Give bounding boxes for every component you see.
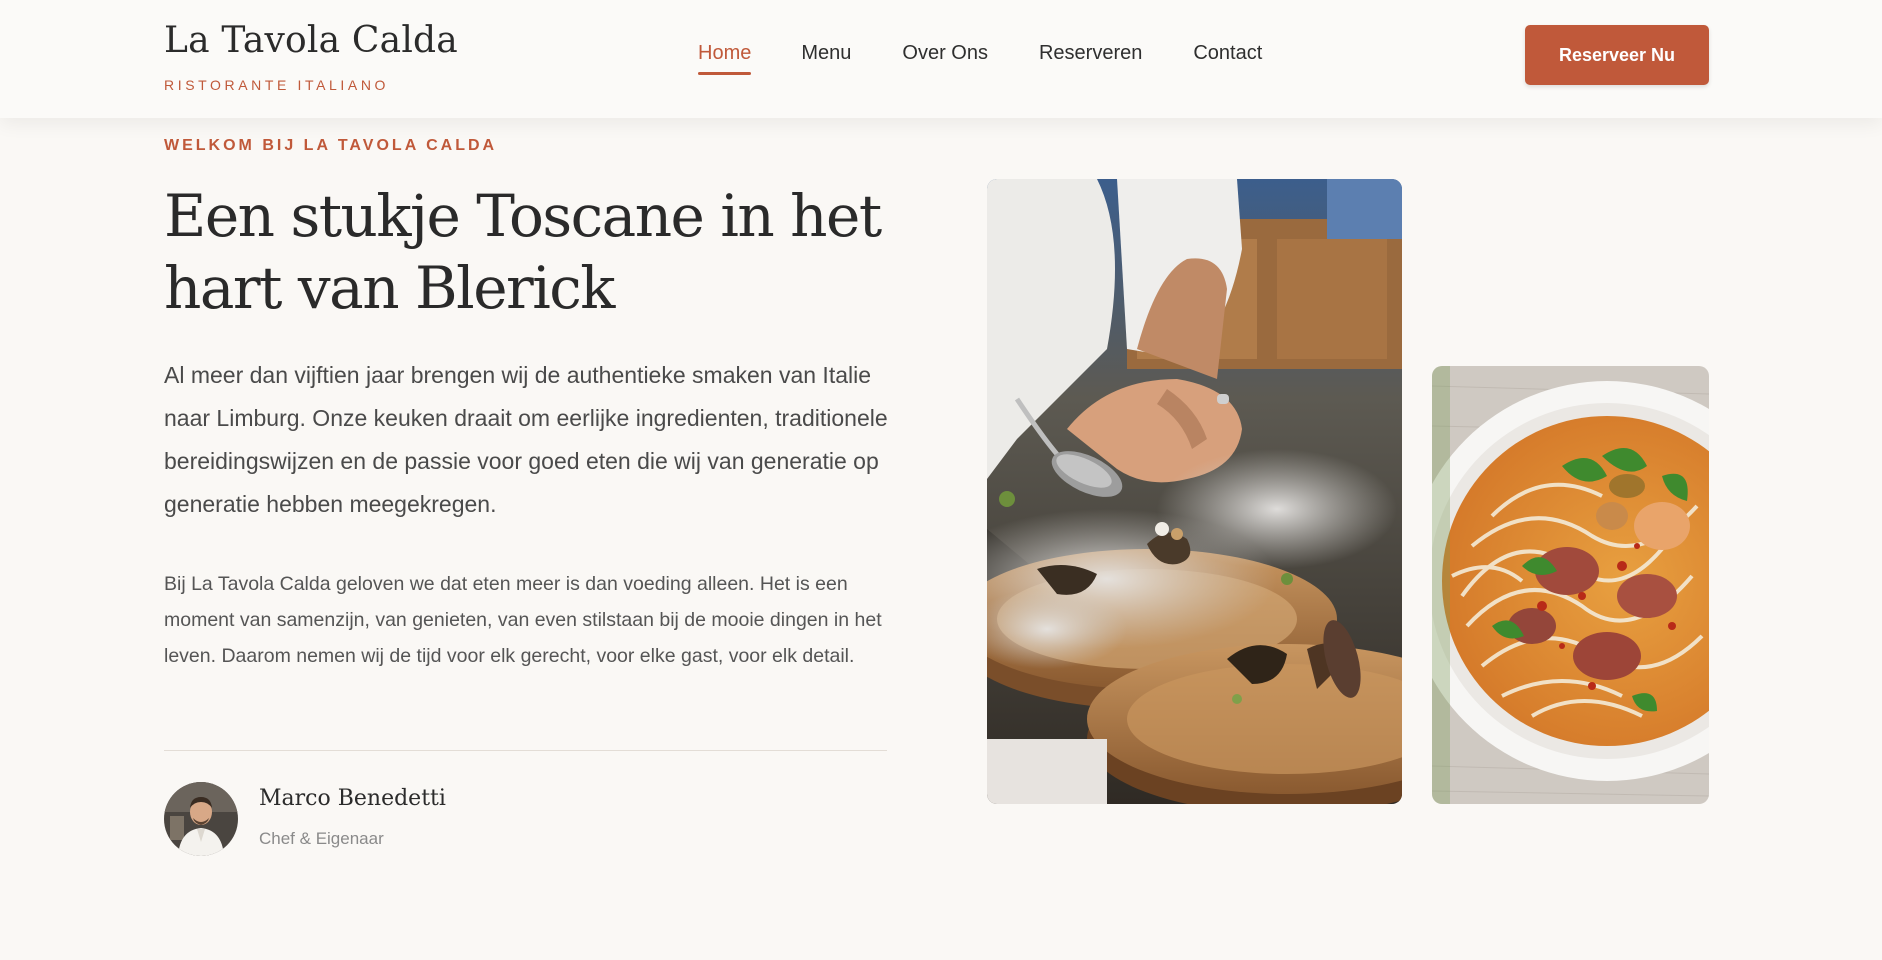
- nav-item-over-ons[interactable]: Over Ons: [902, 42, 988, 75]
- section-divider: [164, 750, 887, 751]
- noodle-soup-photo: [1432, 366, 1709, 804]
- brand-tagline: RISTORANTE ITALIANO: [164, 77, 390, 93]
- chef-name: Marco Benedetti: [259, 786, 446, 811]
- hero-title: Een stukje Toscane in het hart van Bleri…: [164, 182, 882, 322]
- nav-item-home[interactable]: Home: [698, 42, 752, 75]
- chef-plating-photo: [987, 179, 1402, 804]
- hero-body-paragraph: Bij La Tavola Calda geloven we dat eten …: [164, 573, 882, 667]
- hero-lead-paragraph: Al meer dan vijftien jaar brengen wij de…: [164, 362, 888, 517]
- site-header: La Tavola Calda RISTORANTE ITALIANO Home…: [0, 0, 1882, 118]
- nav-item-menu[interactable]: Menu: [801, 42, 851, 75]
- chef-avatar: [164, 782, 238, 856]
- reserve-button[interactable]: Reserveer Nu: [1525, 25, 1709, 85]
- chef-role: Chef & Eigenaar: [259, 829, 384, 848]
- hero-eyebrow: WELKOM BIJ LA TAVOLA CALDA: [164, 137, 498, 154]
- brand-logo[interactable]: La Tavola Calda RISTORANTE ITALIANO: [164, 20, 458, 93]
- nav-item-reserveren[interactable]: Reserveren: [1039, 42, 1142, 75]
- main-nav: Home Menu Over Ons Reserveren Contact: [698, 42, 1262, 75]
- brand-name: La Tavola Calda: [164, 20, 458, 61]
- nav-item-contact[interactable]: Contact: [1193, 42, 1262, 75]
